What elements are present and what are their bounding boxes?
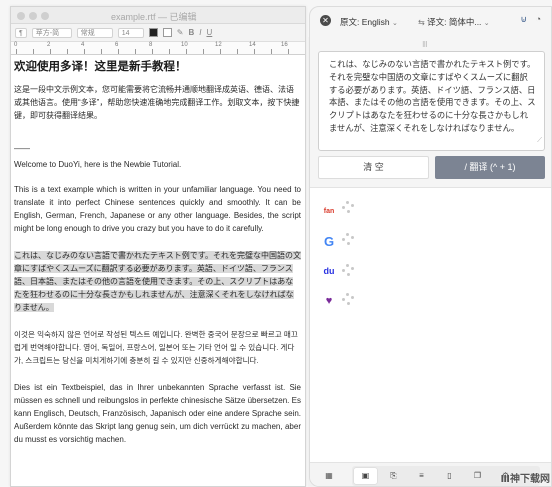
- font-size-select[interactable]: 14: [117, 27, 144, 38]
- chevron-down-icon: ⌄: [392, 20, 398, 27]
- ruler-number: 14: [249, 42, 256, 48]
- heart-engine-icon[interactable]: ♥: [320, 294, 338, 308]
- ruler-number: 4: [81, 42, 85, 48]
- editor-titlebar: example.rtf — 已编辑: [11, 7, 305, 24]
- zoom-window-button[interactable]: [41, 12, 49, 20]
- chevron-down-icon: ⌄: [483, 20, 490, 27]
- ruler: 0 2 4 6 8 10 12 14 16: [11, 42, 305, 55]
- italic-button[interactable]: I: [199, 28, 201, 37]
- mode-clipboard-button[interactable]: ⎘: [382, 468, 405, 484]
- loading-spinner-icon: [342, 201, 356, 215]
- ruler-number: 10: [181, 42, 188, 48]
- source-language: English: [361, 17, 390, 27]
- baidu-engine-icon[interactable]: du: [320, 264, 338, 278]
- text-color-swatch[interactable]: [148, 28, 158, 37]
- history-icon[interactable]: ▦: [322, 469, 336, 483]
- mode-copy-button[interactable]: ❐: [466, 468, 489, 484]
- source-text-area[interactable]: これは、なじみのない言語で書かれたテキスト例です。それを完璧な中国語の文章にすば…: [318, 51, 545, 151]
- swap-icon[interactable]: ⇆: [418, 18, 425, 27]
- target-language-select[interactable]: ⇆ 译文: 简体中... ⌄: [418, 16, 490, 28]
- ruler-number: 6: [115, 42, 119, 48]
- doc-heading: 欢迎使用多译！这里是新手教程！: [14, 61, 187, 73]
- document-body[interactable]: 欢迎使用多译！这里是新手教程！ 这是一段中文示例文本，您可能需要将它流畅并通顺地…: [11, 55, 305, 446]
- mode-panel-button[interactable]: ▣: [354, 468, 377, 484]
- ruler-number: 0: [14, 42, 18, 48]
- target-label: 译文:: [427, 17, 447, 27]
- font-family-select[interactable]: 苹方-简: [31, 27, 72, 38]
- google-engine-icon[interactable]: G: [320, 234, 338, 249]
- highlight-color-swatch[interactable]: [162, 28, 172, 37]
- doc-paragraph-en-intro: Welcome to DuoYi, here is the Newbie Tut…: [14, 160, 182, 169]
- ruler-number: 8: [149, 42, 153, 48]
- doc-paragraph-en: This is a text example which is written …: [14, 185, 301, 233]
- loading-spinner-icon: [342, 264, 356, 278]
- fanyi-engine-icon[interactable]: fan: [320, 204, 338, 218]
- panel-header: ✕ 原文: English ⌄ ⇆ 译文: 简体中... ⌄ ⊍ ◔: [310, 7, 551, 37]
- resize-handle-icon[interactable]: ⟋: [537, 135, 542, 148]
- window-title: example.rtf — 已编辑: [111, 12, 197, 22]
- pin-icon[interactable]: ⊍: [520, 14, 527, 25]
- paragraph-style-select[interactable]: ¶: [15, 27, 27, 38]
- clear-button[interactable]: 清 空: [318, 156, 429, 179]
- close-icon[interactable]: ✕: [320, 15, 331, 26]
- doc-paragraph-de: Dies ist ein Textbeispiel, das in Ihrer …: [14, 383, 301, 444]
- mode-page-button[interactable]: ▯: [438, 468, 461, 484]
- editor-window: example.rtf — 已编辑 ¶ 苹方-简 常规 14 ✎ B I U 0…: [10, 6, 315, 487]
- mode-lines-button[interactable]: ≡: [410, 468, 433, 484]
- loading-spinner-icon: [342, 293, 356, 307]
- close-window-button[interactable]: [17, 12, 25, 20]
- doc-separator: ——: [14, 144, 30, 153]
- translation-results: fan G du ♥: [310, 187, 551, 462]
- ruler-number: 2: [47, 42, 51, 48]
- font-weight-select[interactable]: 常规: [76, 27, 113, 38]
- target-language: 简体中...: [448, 17, 482, 27]
- translate-panel: ✕ 原文: English ⌄ ⇆ 译文: 简体中... ⌄ ⊍ ◔ ⁝⁝⁝ こ…: [309, 6, 552, 487]
- format-toolbar: ¶ 苹方-简 常规 14 ✎ B I U: [11, 24, 305, 42]
- source-language-select[interactable]: 原文: English ⌄: [340, 16, 398, 28]
- source-text: これは、なじみのない言語で書かれたテキスト例です。それを完璧な中国語の文章にすば…: [329, 59, 536, 133]
- source-label: 原文:: [340, 17, 360, 27]
- ruler-number: 12: [215, 42, 222, 48]
- translate-button[interactable]: / 翻译 (^ + 1): [434, 156, 545, 179]
- pen-icon[interactable]: ✎: [177, 28, 184, 37]
- doc-paragraph-ko: 이것은 익숙하지 않은 언어로 작성된 텍스트 예입니다. 완벽한 중국어 문장…: [14, 330, 298, 365]
- minimize-window-button[interactable]: [29, 12, 37, 20]
- ruler-number: 16: [281, 42, 288, 48]
- selected-paragraph-ja[interactable]: これは、なじみのない言語で書かれたテキスト例です。それを完璧な中国語の文章にすば…: [14, 251, 301, 312]
- loading-spinner-icon: [342, 233, 356, 247]
- drag-handle-icon[interactable]: ⁝⁝⁝: [422, 40, 428, 49]
- doc-paragraph-zh: 这是一段中文示例文本，您可能需要将它流畅并通顺地翻译成英语、德语、法语或其他语言…: [14, 85, 300, 120]
- bold-button[interactable]: B: [188, 28, 194, 37]
- watermark-text: Ⅲ神下载网: [500, 474, 550, 485]
- settings-icon[interactable]: ◔: [536, 14, 541, 24]
- underline-button[interactable]: U: [206, 28, 212, 37]
